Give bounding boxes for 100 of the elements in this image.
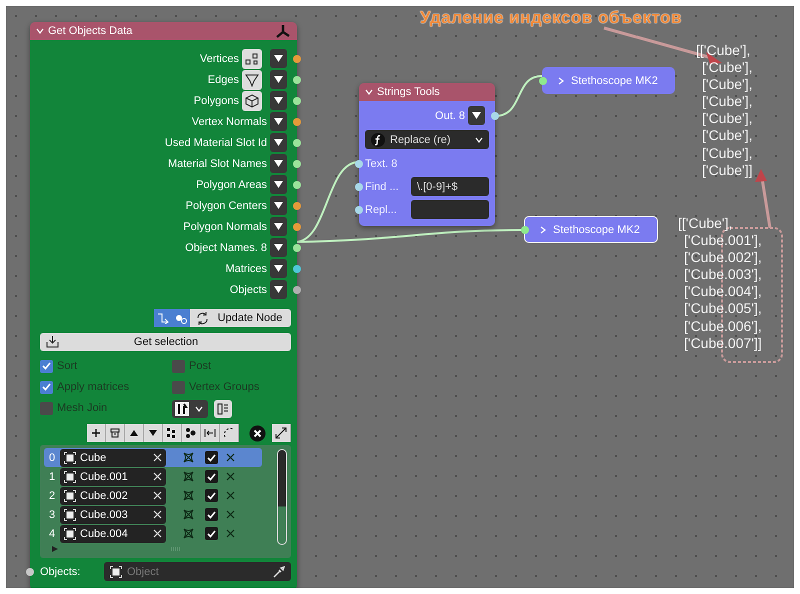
- dropdown-button[interactable]: [270, 70, 287, 89]
- output-socket[interactable]: [293, 138, 301, 146]
- clear-icon[interactable]: [249, 424, 266, 442]
- text-field[interactable]: [411, 200, 489, 219]
- object-name-field[interactable]: Cube.002: [60, 486, 166, 504]
- list-row[interactable]: 1 Cube.001: [44, 467, 262, 486]
- mode-button[interactable]: [242, 70, 262, 90]
- mode-dropdown[interactable]: Replace (re): [365, 130, 489, 149]
- output-socket[interactable]: [293, 54, 301, 62]
- checkbox[interactable]: [40, 380, 53, 394]
- mode-button[interactable]: [242, 48, 262, 68]
- list-row[interactable]: 0 Cube: [44, 448, 262, 467]
- mesh-icon: [182, 508, 195, 521]
- vertices-icon: [245, 52, 259, 66]
- dropdown-button[interactable]: [270, 238, 287, 257]
- row-index: 1: [48, 470, 56, 482]
- toggle-button[interactable]: [172, 309, 190, 327]
- row-checkbox[interactable]: [205, 451, 218, 464]
- list-tool-button[interactable]: [106, 424, 125, 442]
- output-socket[interactable]: [293, 244, 301, 252]
- output-socket[interactable]: [293, 180, 301, 188]
- output-text-line: ['Cube']]: [701, 162, 752, 179]
- list-tool-button[interactable]: [182, 424, 201, 442]
- output-socket[interactable]: [293, 286, 301, 294]
- list-tool-button[interactable]: [87, 424, 106, 442]
- output-socket[interactable]: [293, 264, 301, 272]
- edges-icon: [245, 72, 259, 86]
- input-socket[interactable]: [539, 76, 547, 84]
- list-view-button[interactable]: [214, 400, 232, 418]
- check-icon: [207, 472, 216, 480]
- checkbox[interactable]: [172, 380, 185, 394]
- row-index: 2: [48, 490, 56, 502]
- caret-icon: [274, 160, 283, 167]
- expand-button[interactable]: [272, 424, 291, 442]
- input-socket[interactable]: [355, 206, 363, 214]
- resize-grip-icon[interactable]: [170, 546, 182, 550]
- update-node-button[interactable]: Update Node: [190, 309, 291, 327]
- checkbox[interactable]: [40, 402, 53, 414]
- input-socket[interactable]: [355, 160, 363, 168]
- row-checkbox[interactable]: [205, 470, 218, 483]
- output-socket[interactable]: [491, 112, 499, 120]
- output-socket[interactable]: [293, 118, 301, 126]
- dropdown-button[interactable]: [270, 133, 287, 152]
- scrollbar[interactable]: [277, 449, 287, 545]
- dropdown-button[interactable]: [270, 112, 287, 131]
- stethoscope-node[interactable]: Stethoscope MK2: [542, 67, 675, 94]
- output-socket[interactable]: [293, 202, 301, 210]
- object-name-field[interactable]: Cube.001: [60, 468, 166, 486]
- dropdown-button[interactable]: [270, 175, 287, 194]
- output-socket[interactable]: [293, 76, 301, 84]
- stethoscope-node[interactable]: Stethoscope MK2: [524, 216, 658, 243]
- caret-icon: [274, 286, 283, 293]
- dropdown-button[interactable]: [270, 196, 287, 215]
- refresh-icon: [196, 312, 209, 324]
- object-name-field[interactable]: Cube.004: [60, 524, 166, 542]
- dropdown-button[interactable]: [270, 217, 287, 236]
- expand-triangle-icon[interactable]: [52, 546, 58, 552]
- row-checkbox[interactable]: [205, 489, 218, 502]
- output-label: Vertex Normals: [192, 116, 267, 128]
- input-label: Find ...: [365, 180, 400, 192]
- dropdown-button[interactable]: [270, 49, 287, 68]
- row-checkbox[interactable]: [205, 527, 218, 540]
- object-name-field[interactable]: Cube: [60, 448, 166, 466]
- function-icon: [371, 132, 385, 146]
- get-selection-button[interactable]: Get selection: [40, 333, 291, 351]
- chevron-icon: [36, 27, 44, 35]
- dropdown-button[interactable]: [270, 280, 287, 299]
- list-tool-button[interactable]: [144, 424, 163, 442]
- dropdown-button[interactable]: [270, 91, 287, 110]
- row-checkbox[interactable]: [205, 508, 218, 521]
- output-socket[interactable]: [293, 96, 301, 104]
- input-socket[interactable]: [26, 568, 34, 576]
- text-field[interactable]: \.[0-9]+$: [411, 177, 489, 196]
- list-tool-button[interactable]: [201, 424, 220, 442]
- input-socket[interactable]: [355, 182, 363, 190]
- toggle-button[interactable]: [154, 309, 172, 327]
- mode-button[interactable]: [242, 90, 262, 110]
- dropdown-button[interactable]: [270, 259, 287, 278]
- dropdown-button[interactable]: [270, 154, 287, 173]
- list-tool-button[interactable]: [163, 424, 182, 442]
- input-socket[interactable]: [521, 226, 529, 234]
- output-text-line: ['Cube.003'],: [683, 266, 762, 284]
- tool-icon: [223, 427, 235, 439]
- option-label: Sort: [57, 360, 78, 372]
- checkbox[interactable]: [40, 360, 53, 372]
- object-name-field[interactable]: Cube.003: [60, 506, 166, 524]
- list-tool-button[interactable]: [125, 424, 144, 442]
- list-row[interactable]: 3 Cube.003: [44, 505, 262, 524]
- object-icon: [110, 566, 122, 578]
- list-row[interactable]: 2 Cube.002: [44, 486, 262, 505]
- chevron-icon: [557, 76, 565, 84]
- output-socket[interactable]: [293, 222, 301, 230]
- output-label: Polygons: [194, 94, 239, 106]
- tools-dropdown[interactable]: [172, 400, 208, 418]
- list-row[interactable]: 4 Cube.004: [44, 524, 262, 543]
- dropdown-button[interactable]: [468, 106, 485, 125]
- tool-icon: [166, 427, 178, 439]
- output-label: Polygon Normals: [183, 220, 267, 232]
- output-socket[interactable]: [293, 160, 301, 168]
- checkbox[interactable]: [172, 360, 185, 372]
